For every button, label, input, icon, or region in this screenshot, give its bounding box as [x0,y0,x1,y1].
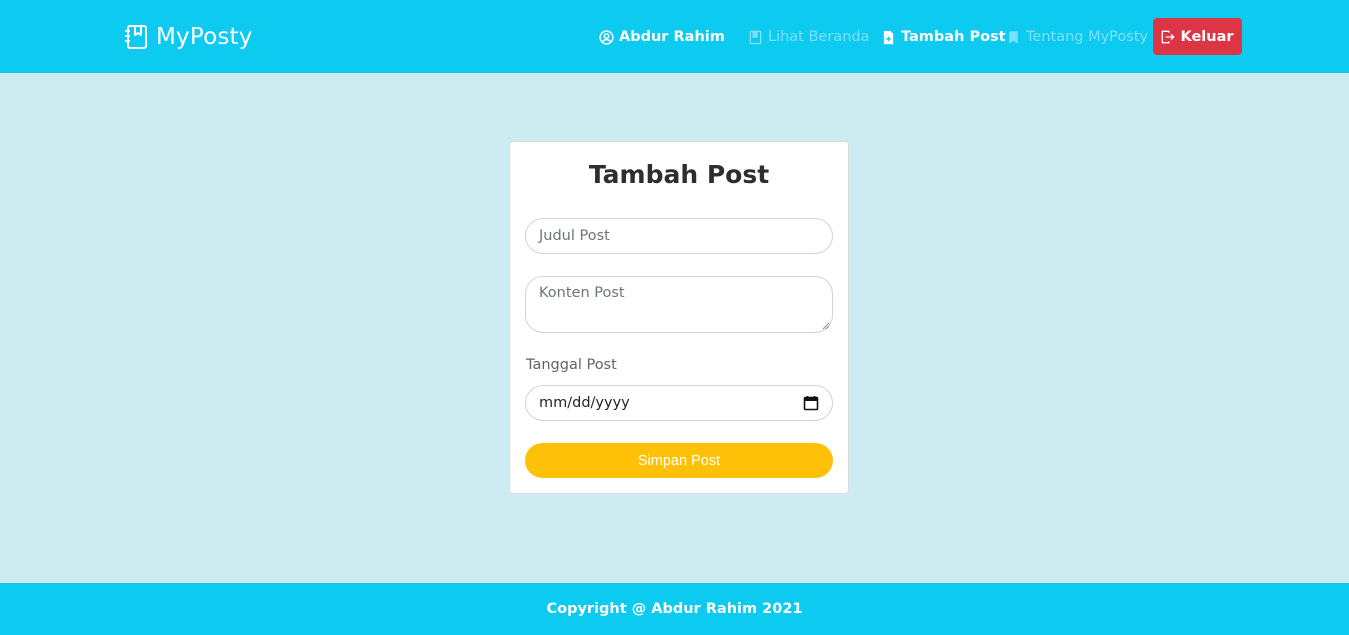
file-plus-icon [883,30,894,44]
save-post-button[interactable]: Simpan Post [525,443,833,478]
nav-link-add-post-label: Tambah Post [901,29,1006,45]
post-title-input[interactable]: Judul Post [525,218,833,254]
nav-link-about-label: Tentang MyPosty [1026,29,1149,45]
bookmark-icon [1009,30,1018,44]
logout-label: Keluar [1180,28,1234,45]
brand-name: MyPosty [156,24,253,50]
book-icon [749,30,762,44]
save-post-label: Simpan Post [637,452,721,469]
post-date-label: Tanggal Post [526,357,617,373]
post-date-value: mm/dd/yyyy [539,395,630,411]
footer-copyright: Copyright @ Abdur Rahim 2021 [546,601,803,617]
nav-link-home[interactable]: Lihat Beranda [748,26,869,48]
navbar: MyPosty Abdur Rahim Lihat Beranda Tambah… [0,0,1349,73]
nav-user-profile[interactable]: Abdur Rahim [599,26,725,48]
nav-link-home-label: Lihat Beranda [768,29,870,45]
post-content-placeholder: Konten Post [539,285,625,301]
logout-button[interactable]: Keluar [1153,18,1242,55]
resize-grip-icon[interactable] [822,322,830,330]
logout-icon [1162,30,1176,43]
notebook-icon [125,25,147,49]
calendar-icon[interactable] [803,395,819,411]
post-title-placeholder: Judul Post [539,228,610,244]
nav-link-add-post[interactable]: Tambah Post [881,26,1006,48]
footer: Copyright @ Abdur Rahim 2021 [0,583,1349,635]
add-post-card: Tambah Post Judul Post Konten Post Tangg… [509,141,849,494]
nav-link-about[interactable]: Tentang MyPosty [1006,26,1148,48]
form-title: Tambah Post [588,160,770,189]
user-circle-icon [599,29,614,45]
nav-user-name: Abdur Rahim [619,29,725,45]
post-content-textarea[interactable]: Konten Post [525,276,833,333]
post-date-input[interactable]: mm/dd/yyyy [525,385,833,421]
brand-link[interactable]: MyPosty [124,22,253,52]
